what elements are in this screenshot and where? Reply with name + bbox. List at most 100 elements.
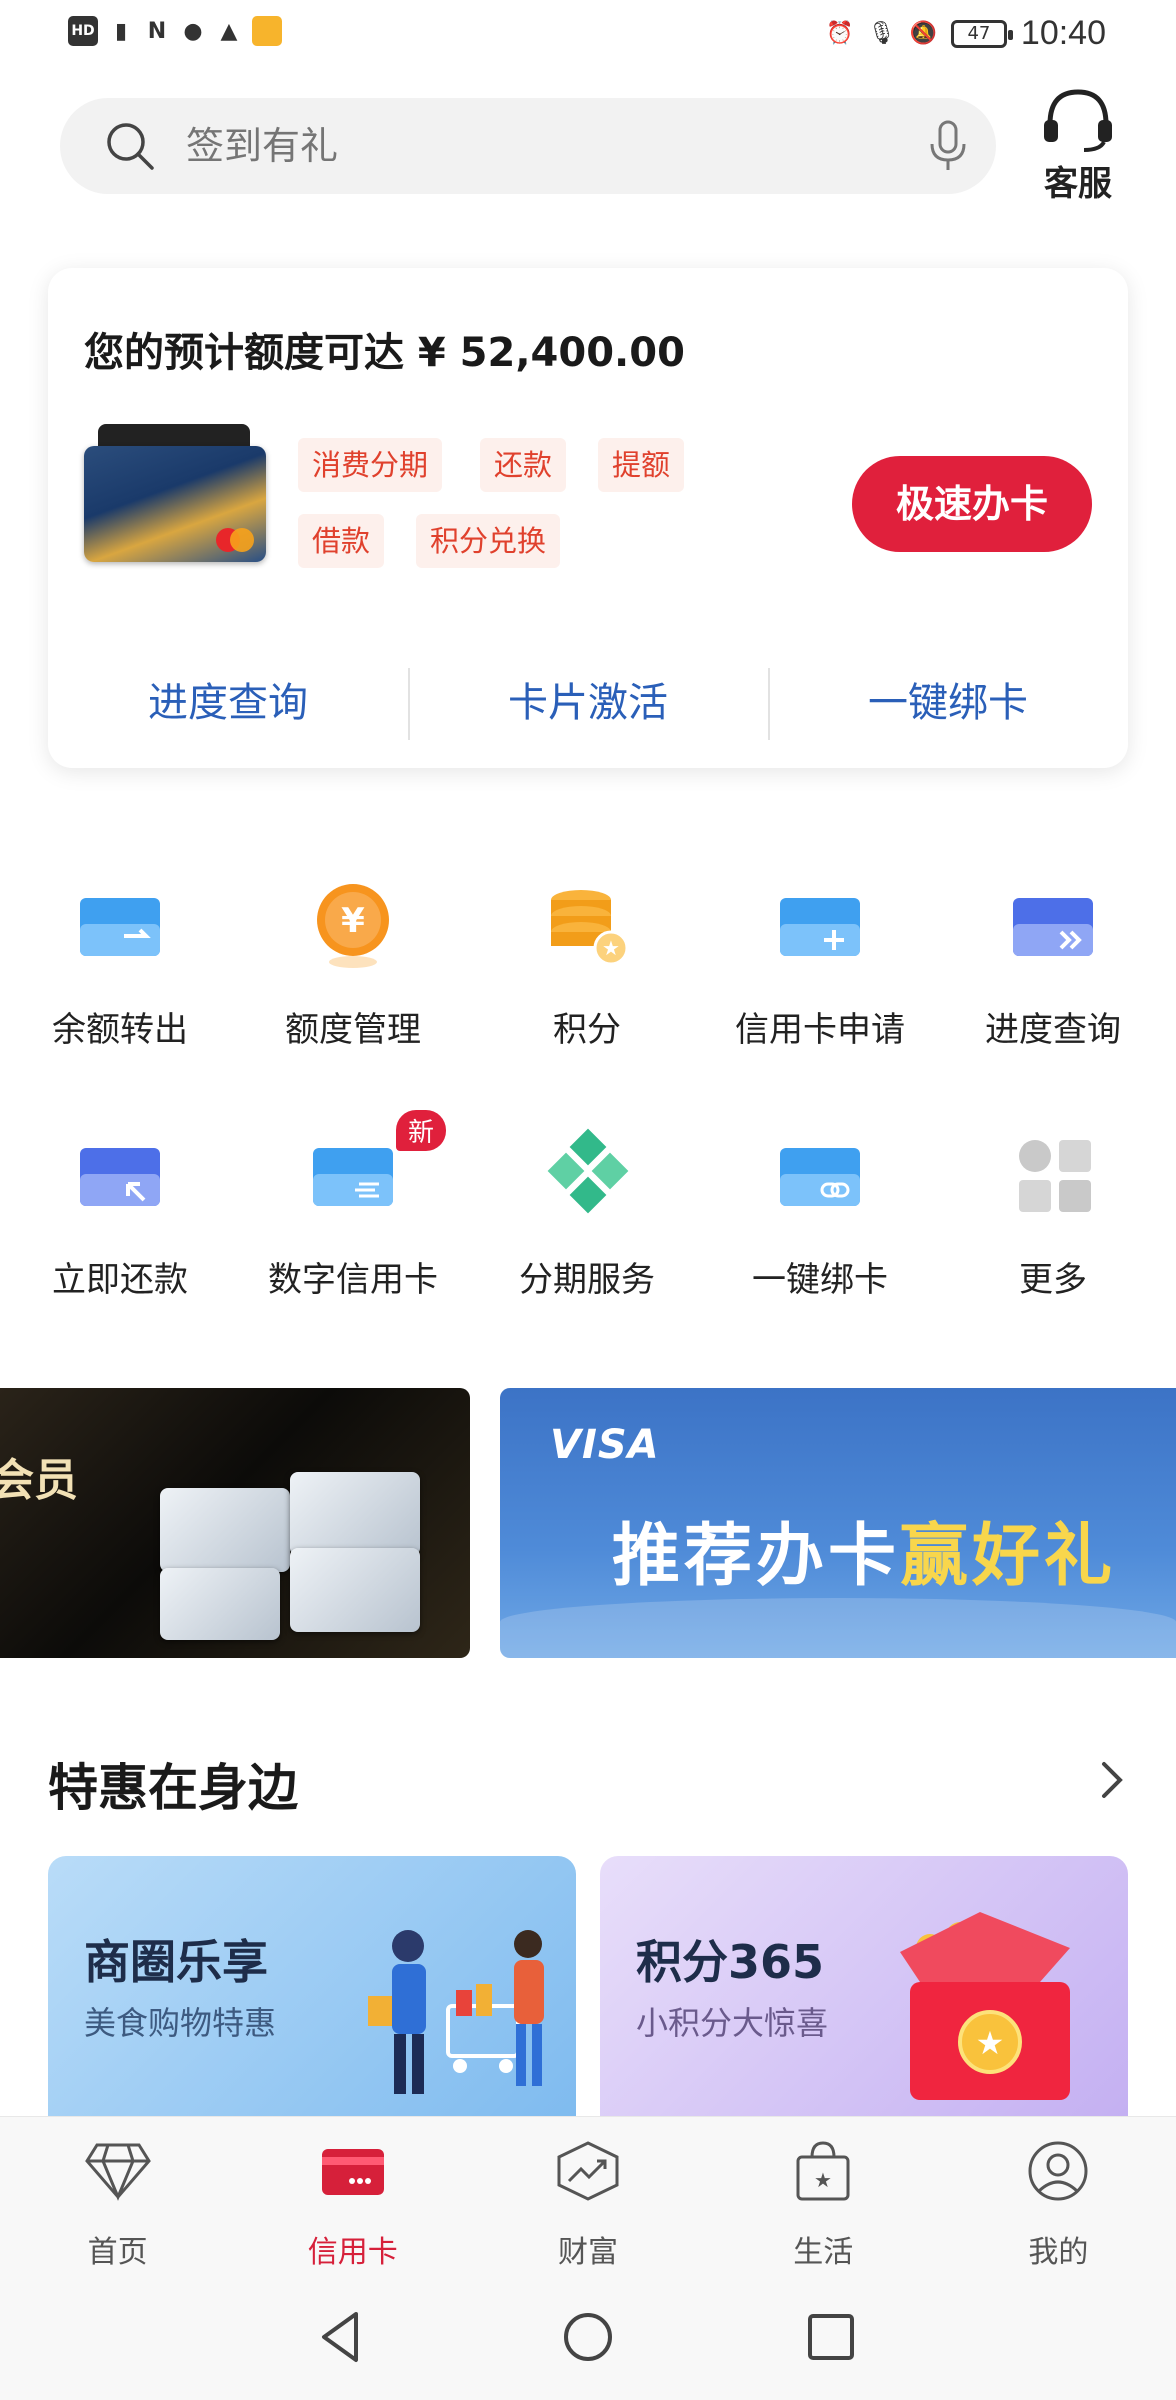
tag-raise-limit[interactable]: 提额 [598, 438, 685, 492]
svg-text:★: ★ [814, 2168, 832, 2192]
banner-card-image [160, 1568, 280, 1640]
card-front-image [84, 446, 266, 562]
search-bar[interactable] [60, 98, 996, 194]
service-limit-management[interactable]: ¥ 额度管理 [236, 860, 470, 1060]
tab-label: 财富 [558, 2235, 618, 2270]
section-title: 特惠在身边 [48, 1759, 298, 1817]
service-card-application[interactable]: 信用卡申请 [703, 860, 937, 1060]
referral-highlight-text: 赢好礼 [900, 1517, 1117, 1596]
svg-text:¥: ¥ [341, 901, 365, 941]
new-badge: 新 [395, 1110, 446, 1151]
member-banner-title: 会员 [0, 1455, 78, 1506]
tab-life[interactable]: ★ 生活 [706, 2117, 941, 2274]
banner-card-image [290, 1472, 420, 1556]
tab-label: 信用卡 [307, 2235, 398, 2270]
search-icon [107, 123, 154, 170]
service-label: 立即还款 [52, 1260, 188, 1300]
quick-link-bind-card[interactable]: 一键绑卡 [768, 658, 1128, 748]
referral-main-text: 推荐办卡 [612, 1517, 901, 1596]
diamond-icon [84, 2143, 151, 2201]
referral-banner[interactable]: VISA 推荐办卡赢好礼 [500, 1388, 1176, 1658]
quick-link-progress[interactable]: 进度查询 [48, 658, 408, 748]
mastercard-logo-icon [216, 528, 256, 552]
service-digital-card[interactable]: 新 数字信用卡 [236, 1110, 470, 1310]
service-balance-transfer[interactable]: 余额转出 [3, 860, 237, 1060]
service-row-2: 立即还款 新 数字信用卡 分期服务 一键绑卡 更多 [0, 1110, 1176, 1310]
credit-card-icon [321, 2149, 384, 2195]
tab-label: 首页 [87, 2235, 148, 2270]
search-input[interactable] [186, 98, 826, 194]
service-points[interactable]: ★ 积分 [470, 860, 704, 1060]
shopping-people-icon [368, 1930, 544, 2094]
service-more[interactable]: 更多 [936, 1110, 1170, 1310]
home-circle-icon[interactable] [553, 2302, 623, 2372]
service-label: 进度查询 [985, 1010, 1121, 1050]
chevron-right-icon[interactable] [1092, 1756, 1132, 1804]
yuan-coin-icon: ¥ [317, 884, 389, 968]
system-nav-bar [0, 2274, 1176, 2400]
card-add-icon [780, 898, 860, 956]
tab-wealth[interactable]: 财富 [470, 2117, 705, 2274]
customer-service-label: 客服 [1044, 164, 1112, 204]
service-label: 分期服务 [519, 1260, 655, 1300]
hd-icon: HD [68, 16, 98, 46]
banner-wave-decoration [500, 1598, 1176, 1658]
more-grid-icon [1019, 1140, 1091, 1212]
tag-points-exchange[interactable]: 积分兑换 [416, 514, 561, 568]
wechat-icon: ● [183, 18, 203, 44]
wealth-trend-icon [557, 2141, 619, 2201]
promo-card-subtitle: 美食购物特惠 [84, 2004, 277, 2042]
banner-card-image [290, 1548, 420, 1632]
alarm-icon: ⏰ [826, 21, 854, 46]
member-banner[interactable]: 会员 [0, 1388, 470, 1658]
service-label: 数字信用卡 [268, 1260, 438, 1300]
promo-card-shopping[interactable]: 商圈乐享 美食购物特惠 [48, 1856, 576, 2116]
tab-home[interactable]: 首页 [0, 2117, 235, 2274]
svg-text:★: ★ [976, 2024, 1005, 2062]
service-label: 信用卡申请 [735, 1010, 905, 1050]
credit-limit-title: 您的预计额度可达 ¥ 52,400.00 [84, 330, 685, 376]
tag-borrow[interactable]: 借款 [298, 514, 385, 568]
service-label: 积分 [553, 1010, 621, 1050]
status-left: HD ▮ N ● ▲ [68, 16, 282, 46]
recents-square-icon[interactable] [796, 2302, 866, 2372]
microphone-icon[interactable] [926, 120, 970, 172]
points-stack-icon: ★ [551, 890, 629, 966]
service-repay-now[interactable]: 立即还款 [3, 1110, 237, 1310]
qq-icon: ▲ [220, 18, 238, 44]
banner-card-image [160, 1488, 290, 1572]
promo-card-title: 积分365 [636, 1935, 825, 1989]
headset-icon [1044, 89, 1112, 152]
service-label: 余额转出 [52, 1010, 188, 1050]
tab-mine[interactable]: 我的 [941, 2117, 1176, 2274]
tag-installment[interactable]: 消费分期 [298, 438, 443, 492]
user-profile-icon [1028, 2141, 1088, 2201]
credit-card-image [84, 424, 274, 584]
mic-status-icon: 🎙 [867, 21, 896, 46]
tab-credit-card[interactable]: 信用卡 [235, 2117, 470, 2274]
service-installment[interactable]: 分期服务 [470, 1110, 704, 1310]
service-label: 更多 [1019, 1260, 1087, 1300]
tab-label: 我的 [1028, 2235, 1089, 2270]
quick-link-activate[interactable]: 卡片激活 [408, 658, 768, 748]
promo-card-points[interactable]: 积分365 小积分大惊喜 ★ [600, 1856, 1128, 2116]
service-label: 额度管理 [285, 1010, 421, 1050]
installment-diamond-icon [547, 1128, 629, 1214]
apply-card-button[interactable]: 极速办卡 [852, 456, 1092, 552]
customer-service-button[interactable]: 客服 [1028, 84, 1128, 204]
service-label: 一键绑卡 [752, 1260, 888, 1300]
status-time: 10:40 [1020, 14, 1106, 52]
card-progress-icon [1013, 898, 1093, 956]
back-icon[interactable] [306, 2302, 376, 2372]
quick-links: 进度查询 卡片激活 一键绑卡 [48, 658, 1128, 748]
service-bind-card[interactable]: 一键绑卡 [703, 1110, 937, 1310]
signal-icon: ▮ [114, 18, 128, 44]
shopping-bag-icon: ★ [796, 2141, 850, 2201]
tab-label: 生活 [793, 2235, 854, 2270]
nfc-icon: N [147, 18, 167, 44]
gift-box-icon: ★ [900, 1912, 1070, 2100]
visa-logo: VISA [550, 1422, 660, 1468]
tag-repay[interactable]: 还款 [480, 438, 567, 492]
status-right: ⏰ 🎙 🔕 47 10:40 [826, 14, 1106, 53]
service-progress-query[interactable]: 进度查询 [936, 860, 1170, 1060]
